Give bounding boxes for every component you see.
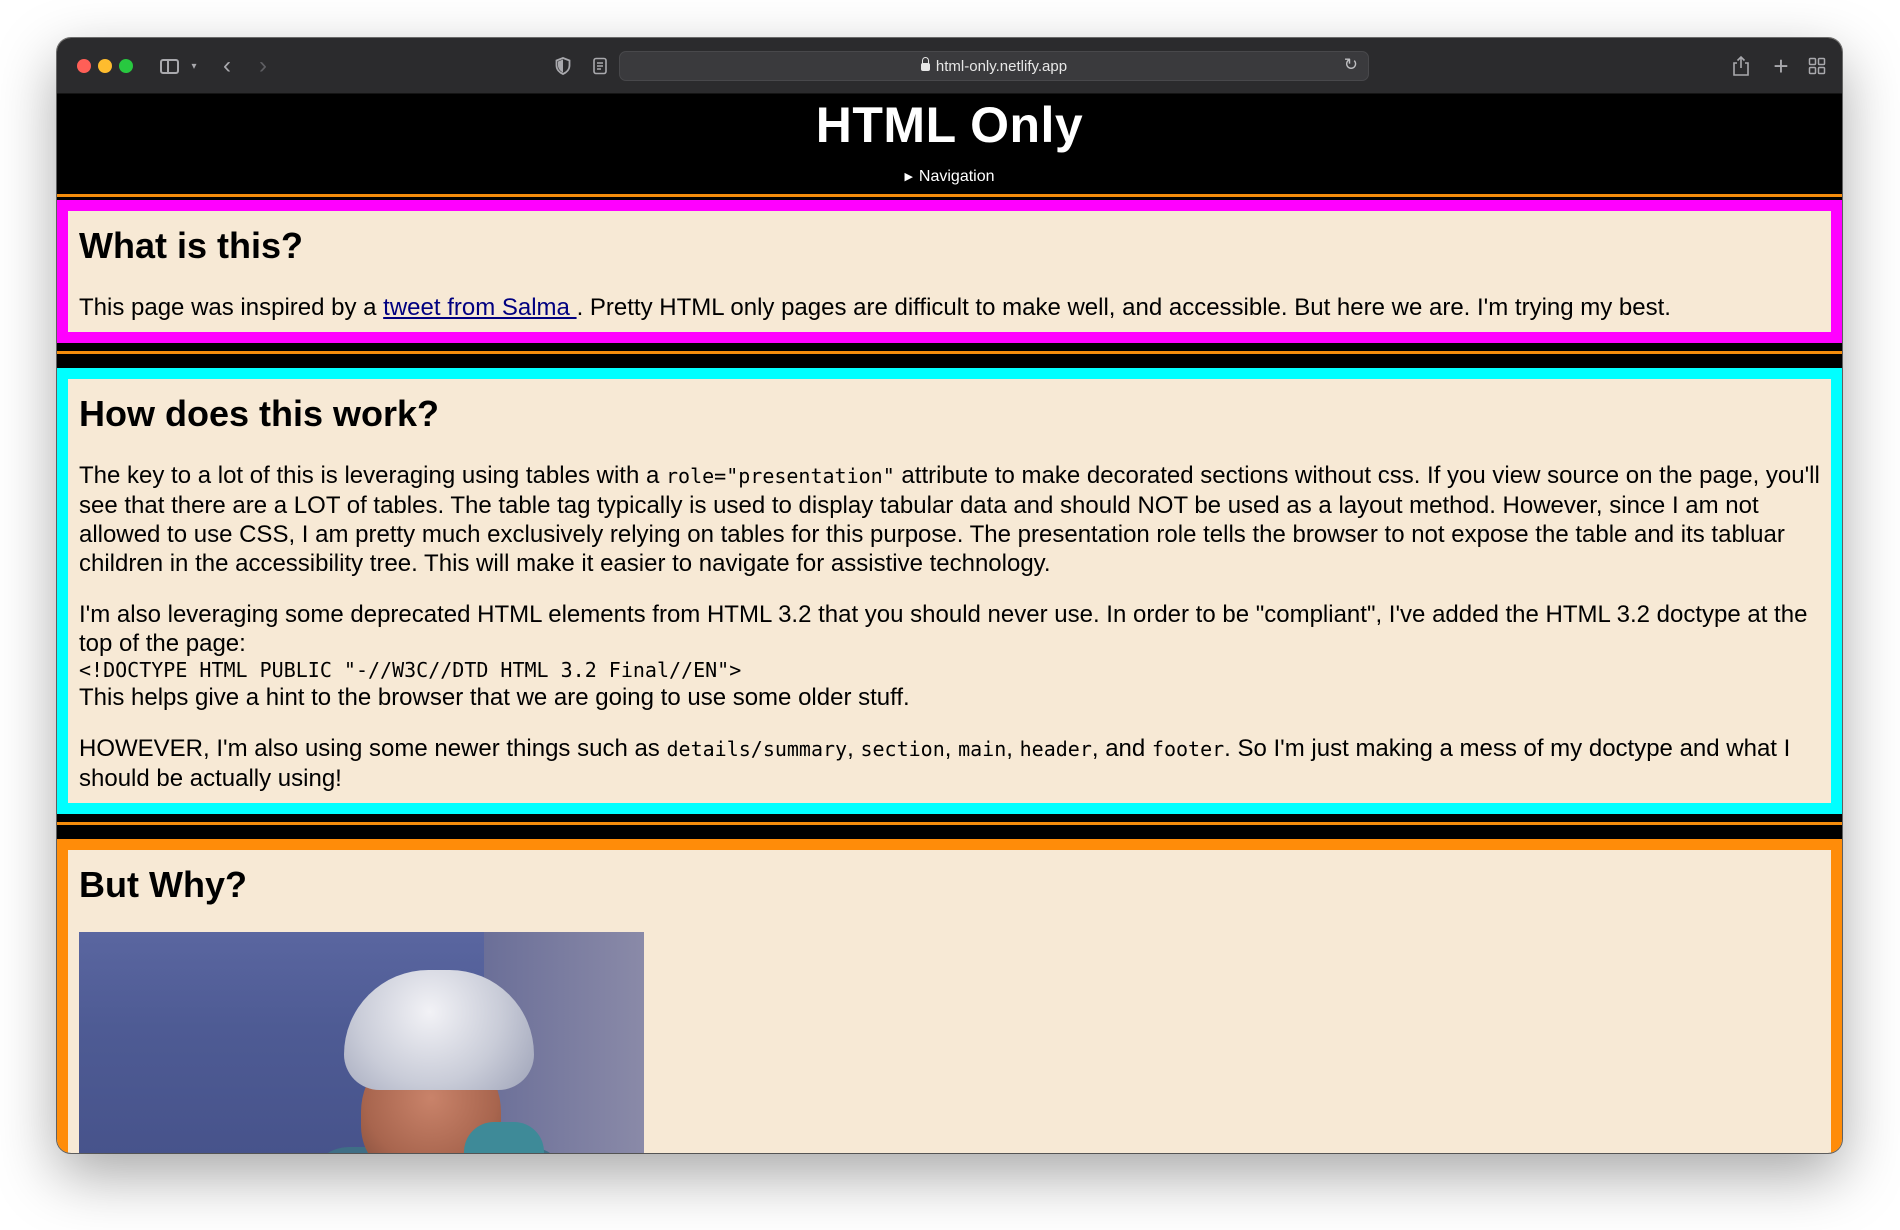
inline-code: details/summary — [666, 737, 848, 761]
section-what-is-this: What is this? This page was inspired by … — [57, 200, 1842, 343]
lock-icon — [920, 57, 930, 71]
paragraph-text: I'm also leveraging some deprecated HTML… — [79, 601, 1808, 657]
section-paragraph: HOWEVER, I'm also using some newer thing… — [79, 734, 1820, 793]
inline-code: section — [860, 737, 945, 761]
paragraph-text: , and — [1091, 735, 1152, 762]
share-icon[interactable] — [1729, 52, 1753, 80]
browser-window: ▾ ‹ › html-only.netlify.app ↻ + HTML Onl… — [57, 38, 1842, 1153]
reload-icon[interactable]: ↻ — [1344, 55, 1358, 75]
section-heading: How does this work? — [79, 393, 440, 434]
chevron-down-icon[interactable]: ▾ — [187, 52, 201, 80]
paragraph-text: , — [944, 735, 959, 762]
inline-code: main — [958, 737, 1007, 761]
shield-icon[interactable] — [551, 52, 575, 80]
paragraph-text: The key to a lot of this is leveraging u… — [79, 462, 666, 489]
plus-icon[interactable]: + — [1769, 51, 1793, 81]
page-title: HTML Only — [815, 97, 1084, 153]
url-display: html-only.netlify.app — [620, 57, 1368, 75]
tweet-link[interactable]: tweet from Salma — [383, 294, 576, 321]
paragraph-text: , — [847, 735, 861, 762]
section-separator — [57, 814, 1842, 839]
inline-code: role="presentation" — [665, 464, 895, 488]
reaction-gif-image — [79, 932, 644, 1153]
paragraph-text: . Pretty HTML only pages are difficult t… — [576, 294, 1671, 321]
tab-overview-icon[interactable] — [1805, 52, 1829, 80]
forward-icon[interactable]: › — [253, 52, 273, 80]
section-paragraph: This page was inspired by a tweet from S… — [79, 293, 1820, 322]
section-heading: But Why? — [79, 864, 247, 905]
back-icon[interactable]: ‹ — [217, 52, 237, 80]
paragraph-text: This page was inspired by a — [79, 294, 384, 321]
site-header: HTML Only ▶ Navigation — [57, 94, 1842, 194]
paragraph-text: This helps give a hint to the browser th… — [79, 684, 910, 711]
reader-icon[interactable] — [588, 52, 612, 80]
section-separator — [57, 343, 1842, 368]
paragraph-text: , — [1006, 735, 1020, 762]
inline-code: footer — [1151, 737, 1225, 761]
section-paragraph: The key to a lot of this is leveraging u… — [79, 461, 1820, 578]
minimize-window-button[interactable] — [98, 59, 112, 73]
address-bar[interactable]: html-only.netlify.app ↻ — [593, 51, 1369, 81]
inline-code: header — [1019, 737, 1092, 761]
paragraph-text: HOWEVER, I'm also using some newer thing… — [79, 735, 667, 762]
sidebar-icon[interactable] — [157, 52, 181, 80]
browser-toolbar: ▾ ‹ › html-only.netlify.app ↻ + — [57, 38, 1842, 94]
section-paragraph: I'm also leveraging some deprecated HTML… — [79, 600, 1820, 712]
disclosure-triangle-icon: ▶ — [904, 171, 913, 183]
url-text: html-only.netlify.app — [935, 58, 1068, 75]
page-content: HTML Only ▶ Navigation What is this? This… — [57, 94, 1842, 1153]
section-but-why: But Why? — [57, 839, 1842, 1153]
section-how-does-this-work: How does this work? The key to a lot of … — [57, 368, 1842, 814]
section-heading: What is this? — [79, 225, 303, 266]
navigation-toggle[interactable]: ▶ Navigation — [904, 168, 994, 186]
zoom-window-button[interactable] — [119, 59, 133, 73]
close-window-button[interactable] — [77, 59, 91, 73]
navigation-label: Navigation — [918, 168, 995, 185]
doctype-code: <!DOCTYPE HTML PUBLIC "-//W3C//DTD HTML … — [79, 658, 742, 682]
